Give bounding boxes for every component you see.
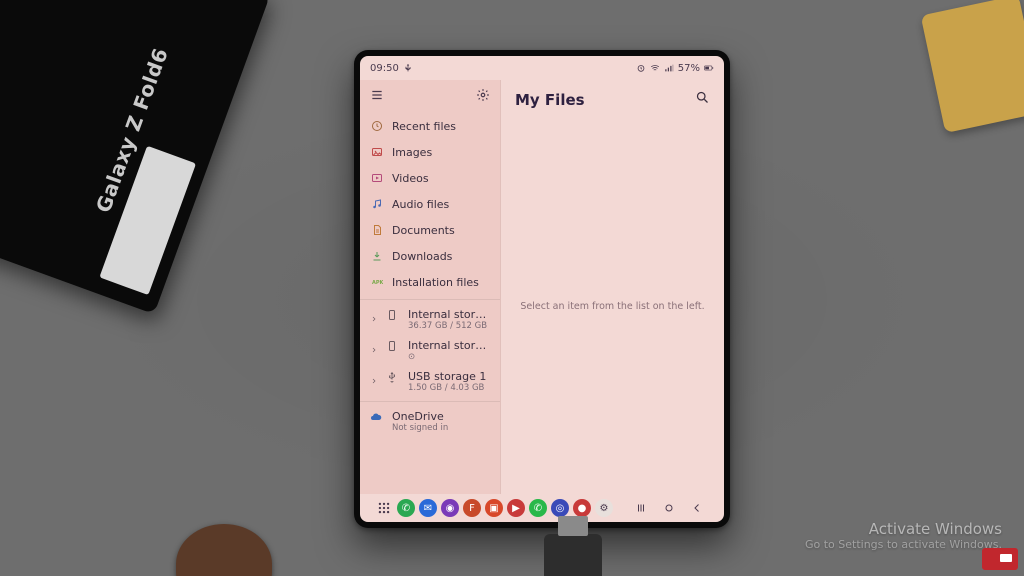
sidebar-item-documents[interactable]: Documents (360, 217, 500, 243)
download-icon (370, 249, 384, 263)
signal-icon (664, 63, 674, 73)
windows-watermark: Activate Windows Go to Settings to activ… (805, 520, 1002, 553)
sidebar-item-installation-files[interactable]: APK Installation files (360, 269, 500, 295)
storage-item-0[interactable]: Internal storage36.37 GB / 512 GB (360, 304, 500, 335)
document-icon (370, 223, 384, 237)
chevron-right-icon (370, 344, 378, 357)
usb-adapter (544, 534, 602, 576)
menu-button[interactable] (370, 88, 384, 105)
storage-label: Internal storage (408, 308, 490, 321)
phone-icon (386, 308, 400, 324)
nav-recents[interactable] (629, 499, 653, 517)
storage-sub: 1.50 GB / 4.03 GB (408, 383, 486, 393)
cloud-label: OneDrive (392, 410, 448, 423)
divider (360, 401, 500, 402)
chevron-right-icon (370, 375, 378, 388)
cloud-icon (370, 410, 384, 426)
clock-icon (370, 119, 384, 133)
sidebar-item-label: Images (392, 146, 432, 159)
watermark-line1: Activate Windows (805, 520, 1002, 539)
battery-icon (704, 63, 714, 73)
taskbar-app-3[interactable]: F (463, 499, 481, 517)
wifi-icon (650, 63, 660, 73)
status-time: 09:50 (370, 63, 399, 74)
status-bar: 09:50 57% (360, 56, 724, 80)
taskbar: ✆✉◉F▣▶✆◎●⚙ (360, 494, 724, 522)
storage-sub: ⊙ (408, 352, 490, 362)
storage-item-2[interactable]: USB storage 11.50 GB / 4.03 GB (360, 366, 500, 397)
play-icon (370, 171, 384, 185)
watermark-line2: Go to Settings to activate Windows. (805, 538, 1002, 552)
empty-placeholder: Select an item from the list on the left… (520, 301, 704, 312)
main-panel: My Files Select an item from the list on… (501, 80, 724, 494)
chevron-right-icon (370, 313, 378, 326)
nav-home[interactable] (657, 499, 681, 517)
sidebar-item-label: Documents (392, 224, 455, 237)
music-icon (370, 197, 384, 211)
image-icon (370, 145, 384, 159)
sidebar: Recent files Images Videos Audio files Docum… (360, 80, 501, 494)
channel-logo (982, 548, 1018, 570)
taskbar-app-7[interactable]: ◎ (551, 499, 569, 517)
device-screen: 09:50 57% Recent filesIma (360, 56, 724, 522)
phone-icon (386, 339, 400, 355)
usb-icon (386, 370, 400, 386)
taskbar-app-1[interactable]: ✉ (419, 499, 437, 517)
sidebar-item-videos[interactable]: Videos (360, 165, 500, 191)
sidebar-item-onedrive[interactable]: OneDrive Not signed in (360, 406, 500, 437)
divider (360, 299, 500, 300)
taskbar-app-0[interactable]: ✆ (397, 499, 415, 517)
sidebar-item-images[interactable]: Images (360, 139, 500, 165)
taskbar-app-4[interactable]: ▣ (485, 499, 503, 517)
storage-label: USB storage 1 (408, 370, 486, 383)
taskbar-app-2[interactable]: ◉ (441, 499, 459, 517)
sidebar-item-label: Downloads (392, 250, 452, 263)
sidebar-item-audio-files[interactable]: Audio files (360, 191, 500, 217)
device-frame: 09:50 57% Recent filesIma (354, 50, 730, 528)
svg-text:APK: APK (372, 280, 383, 286)
storage-sub: 36.37 GB / 512 GB (408, 321, 490, 331)
usb-status-icon (403, 63, 413, 73)
page-title: My Files (515, 91, 585, 109)
taskbar-app-9[interactable]: ⚙ (595, 499, 613, 517)
apps-button[interactable] (375, 499, 393, 517)
nav-back[interactable] (685, 499, 709, 517)
taskbar-app-6[interactable]: ✆ (529, 499, 547, 517)
sidebar-item-label: Audio files (392, 198, 449, 211)
sidebar-item-label: Videos (392, 172, 429, 185)
settings-button[interactable] (476, 88, 490, 105)
storage-label: Internal storage (Dual... (408, 339, 490, 352)
cloud-sub: Not signed in (392, 423, 448, 433)
battery-text: 57% (678, 63, 700, 74)
sidebar-item-downloads[interactable]: Downloads (360, 243, 500, 269)
taskbar-app-5[interactable]: ▶ (507, 499, 525, 517)
search-button[interactable] (695, 90, 710, 109)
taskbar-app-8[interactable]: ● (573, 499, 591, 517)
sidebar-item-label: Recent files (392, 120, 456, 133)
sidebar-item-recent-files[interactable]: Recent files (360, 113, 500, 139)
sidebar-item-label: Installation files (392, 276, 479, 289)
alarm-icon (636, 63, 646, 73)
storage-item-1[interactable]: Internal storage (Dual...⊙ (360, 335, 500, 366)
apk-icon: APK (370, 275, 384, 289)
